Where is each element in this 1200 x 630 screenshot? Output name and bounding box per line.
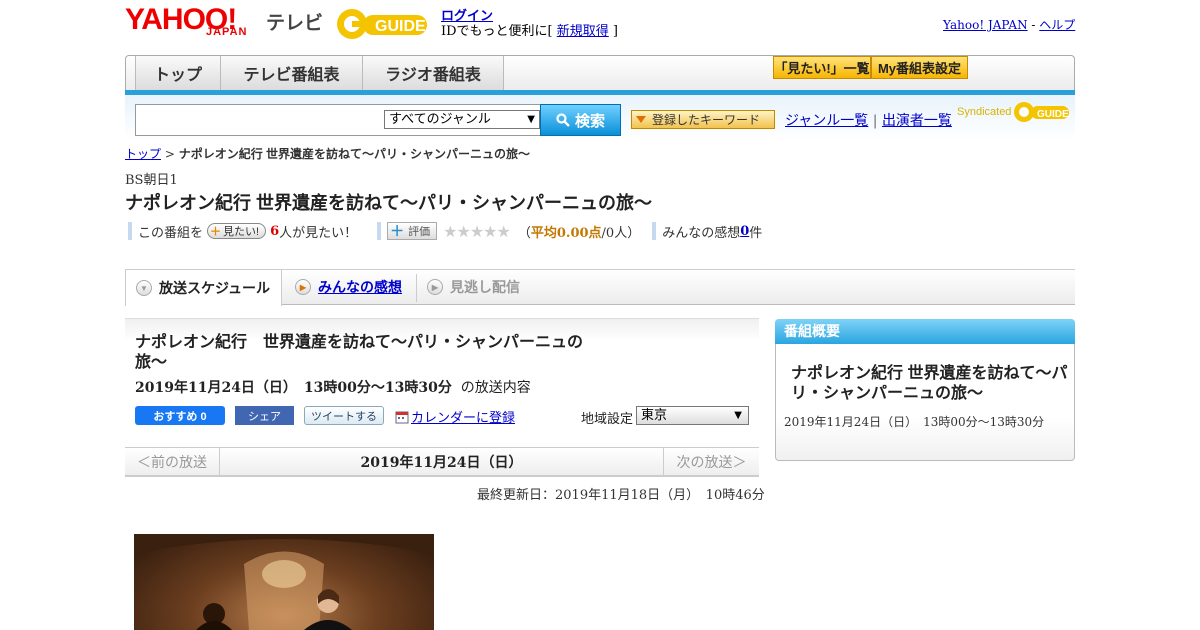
my-schedule-button[interactable]: My番組表設定 xyxy=(871,56,968,79)
nav-tab-radio-schedule[interactable]: ラジオ番組表 xyxy=(362,56,504,90)
tab-impressions[interactable]: ▶ みんなの感想 xyxy=(295,270,402,304)
impressions-count-link[interactable]: 0 xyxy=(740,224,749,239)
program-overview-title: ナポレオン紀行 世界遺産を訪ねて～パリ・シャンパーニュの旅～ xyxy=(791,365,1068,402)
avg-open: （ xyxy=(517,225,531,241)
registered-keyword-label: 登録したキーワード xyxy=(652,113,761,127)
yahoo-japan-logo-text: JAPAN xyxy=(206,26,248,38)
yahoo-japan-link[interactable]: Yahoo! JAPAN xyxy=(943,18,1028,32)
genre-select[interactable]: すべてのジャンル ▼ xyxy=(384,110,540,129)
chevron-down-icon: ▼ xyxy=(734,410,742,421)
facebook-share-button[interactable]: シェア xyxy=(235,406,294,425)
register-link[interactable]: 新規取得 xyxy=(557,24,609,39)
top-right-links: Yahoo! JAPAN - ヘルプ xyxy=(943,16,1075,33)
last-updated: 最終更新日：2019年11月18日（月） 10時46分 xyxy=(477,488,765,503)
genre-cast-links: ジャンル一覧 | 出演者一覧 xyxy=(785,110,952,130)
rate-button-label: 評価 xyxy=(408,226,431,238)
mitai-count: 6 xyxy=(270,223,280,239)
schedule-program-name: ナポレオン紀行 世界遺産を訪ねて～パリ・シャンパーニュの旅～ xyxy=(135,334,584,371)
tab-schedule[interactable]: ▼ 放送スケジュール xyxy=(125,270,282,306)
breadcrumb-top-link[interactable]: トップ xyxy=(125,147,161,161)
gguide-logo-text: GUIDE xyxy=(375,18,426,35)
tab-divider xyxy=(416,274,417,302)
facebook-recommend-button[interactable]: おすすめ 0 xyxy=(135,406,225,425)
mitai-button-label: 見たい! xyxy=(223,226,260,238)
schedule-datetime: 2019年11月24日（日） 13時00分～13時30分 の放送内容 xyxy=(135,377,531,397)
genre-list-link[interactable]: ジャンル一覧 xyxy=(785,113,868,129)
plus-icon: ＋ xyxy=(390,223,405,239)
cast-list-link[interactable]: 出演者一覧 xyxy=(882,113,952,129)
genre-links-sep: | xyxy=(868,113,882,129)
gguide-small-logo-text: GUIDE xyxy=(1037,109,1069,120)
breadcrumb: トップ > ナポレオン紀行 世界遺産を訪ねて～パリ・シャンパーニュの旅～ xyxy=(125,145,530,162)
program-photo xyxy=(134,534,434,630)
syndicated-text: Syndicated xyxy=(957,106,1012,118)
tab-vod: ▶ 見逃し配信 xyxy=(427,270,520,304)
registered-keyword-button[interactable]: 登録したキーワード xyxy=(631,110,775,129)
tab-impressions-label[interactable]: みんなの感想 xyxy=(318,277,402,297)
current-broadcast-date: 2019年11月24日（日） xyxy=(360,455,523,471)
mitai-suffix: 人が見たい！ xyxy=(279,225,358,241)
login-sub-text: IDでもっと便利に[ 新規取得 ] xyxy=(441,20,618,39)
program-overview-time: 2019年11月24日（日） 13時00分～13時30分 xyxy=(784,415,1045,429)
region-select-value: 東京 xyxy=(641,408,668,423)
impressions-unit: 件 xyxy=(749,225,763,241)
impressions-label: みんなの感想 xyxy=(662,225,741,241)
chevron-down-icon: ▼ xyxy=(136,280,152,296)
nav-tab-tv-schedule[interactable]: テレビ番組表 xyxy=(220,56,362,90)
mitai-list-button[interactable]: 「見たい!」一覧 xyxy=(773,56,871,79)
average-people: /0人） xyxy=(601,225,641,241)
login-sub-suffix: ] xyxy=(608,24,618,39)
this-program-label: この番組を xyxy=(138,225,204,241)
tab-vod-label: 見逃し配信 xyxy=(450,279,520,295)
rating-stars: ★★★★★ xyxy=(443,221,511,241)
chevron-down-icon: ▼ xyxy=(527,114,535,125)
tv-logo-text[interactable]: テレビ xyxy=(266,8,323,35)
nav-tab-top[interactable]: トップ xyxy=(135,56,220,90)
gguide-logo[interactable]: GUIDE xyxy=(335,7,433,41)
schedule-datetime-value: 2019年11月24日（日） 13時00分～13時30分 xyxy=(135,380,452,396)
calendar-register-link[interactable]: カレンダーに登録 xyxy=(411,407,515,426)
schedule-datetime-suffix: の放送内容 xyxy=(460,380,531,396)
region-select[interactable]: 東京 ▼ xyxy=(636,406,749,425)
play-icon: ▶ xyxy=(427,279,443,295)
program-overview-header: 番組概要 xyxy=(775,319,1075,344)
triangle-down-icon xyxy=(636,116,646,123)
genre-select-value: すべてのジャンル xyxy=(389,112,491,127)
search-icon xyxy=(556,113,570,127)
meta-separator xyxy=(377,222,382,240)
calendar-icon xyxy=(395,411,409,423)
syndicated-gguide: Syndicated GUIDE xyxy=(957,101,1071,123)
search-button-label: 検索 xyxy=(574,112,605,130)
play-icon: ▶ xyxy=(295,279,311,295)
search-button[interactable]: 検索 xyxy=(540,104,621,136)
rate-button[interactable]: ＋評価 xyxy=(387,222,438,240)
meta-separator xyxy=(652,222,657,240)
help-link[interactable]: ヘルプ xyxy=(1039,18,1075,32)
next-broadcast-button[interactable]: 次の放送＞ xyxy=(663,448,759,476)
gguide-small-logo: GUIDE xyxy=(1014,102,1070,122)
plus-icon: ＋ xyxy=(210,226,222,238)
breadcrumb-current: ナポレオン紀行 世界遺産を訪ねて～パリ・シャンパーニュの旅～ xyxy=(178,147,531,161)
average-score: 平均0.00点 xyxy=(530,225,602,241)
prev-broadcast-button[interactable]: ＜前の放送 xyxy=(125,448,220,476)
meta-separator xyxy=(128,222,132,240)
breadcrumb-arrow: > xyxy=(161,147,179,161)
tweet-button[interactable]: ツイートする xyxy=(304,406,384,425)
region-label: 地域設定 xyxy=(581,412,634,427)
tab-schedule-label: 放送スケジュール xyxy=(159,280,271,296)
login-sub-prefix: IDでもっと便利に[ xyxy=(441,24,557,39)
page-title: ナポレオン紀行 世界遺産を訪ねて～パリ・シャンパーニュの旅～ xyxy=(125,193,652,213)
top-right-sep: - xyxy=(1027,18,1040,32)
mitai-button[interactable]: ＋見たい! xyxy=(207,223,267,239)
program-meta-row: この番組を ＋見たい! 6 人が見たい！ ＋評価 ★★★★★ （平均0.00点/0… xyxy=(128,221,762,241)
calendar-register[interactable]: カレンダーに登録 xyxy=(395,407,515,426)
channel-name: BS朝日1 xyxy=(125,173,178,188)
